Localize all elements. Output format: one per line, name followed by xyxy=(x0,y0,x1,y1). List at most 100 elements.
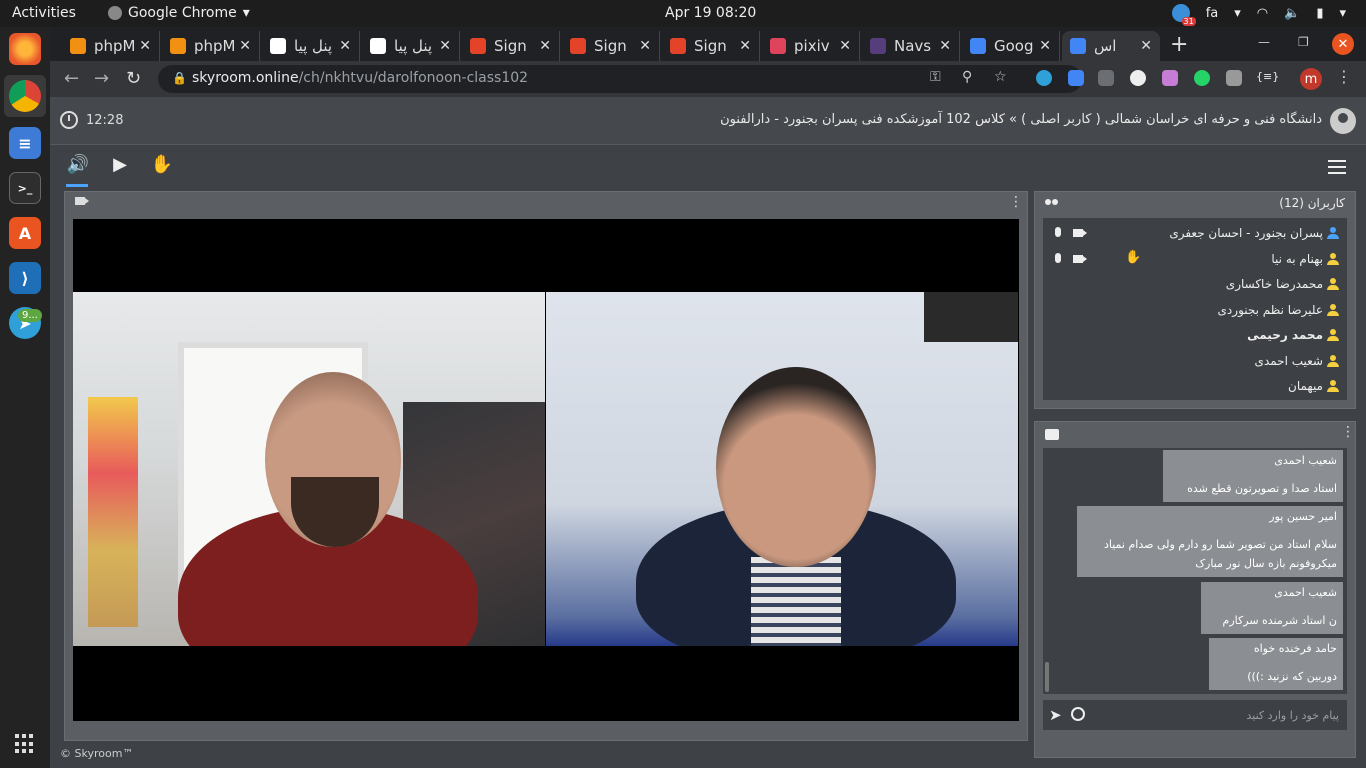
tab-label: پنل پیا xyxy=(294,37,333,55)
address-bar[interactable]: 🔒 skyroom.online/ch/nkhtvu/darolfonoon-c… xyxy=(158,65,1082,93)
terminal-icon[interactable]: >_ xyxy=(9,172,41,204)
calendar-icon[interactable]: 31 xyxy=(1171,4,1196,26)
app-menu[interactable]: Google Chrome ▾ xyxy=(108,5,250,21)
browser-tab[interactable]: Sign ✕ xyxy=(462,31,560,61)
tab-close-icon[interactable]: ✕ xyxy=(439,38,451,54)
system-clock[interactable]: Apr 19 08:20 xyxy=(665,5,756,21)
user-icon xyxy=(1327,303,1339,316)
zoom-icon[interactable]: ⚲ xyxy=(962,69,972,85)
chat-scrollbar[interactable] xyxy=(1045,662,1049,692)
shield-extension-icon[interactable] xyxy=(1226,70,1242,86)
activities-button[interactable]: Activities xyxy=(12,5,76,21)
reload-icon[interactable]: ↻ xyxy=(126,68,141,89)
system-tray[interactable]: 31 fa ▾ ◠ 🔈 ▮ ▾ xyxy=(1171,4,1346,26)
tab-close-icon[interactable]: ✕ xyxy=(839,38,851,54)
chat-input[interactable] xyxy=(1107,700,1347,730)
browser-tab[interactable]: Navs ✕ xyxy=(862,31,960,61)
browser-tab[interactable]: pixiv ✕ xyxy=(762,31,860,61)
tab-favicon-icon xyxy=(870,38,886,54)
tab-favicon-icon xyxy=(1070,38,1086,54)
tab-close-icon[interactable]: ✕ xyxy=(739,38,751,54)
user-row[interactable]: محمدرضا خاکساری xyxy=(1043,273,1347,297)
vscode-icon[interactable]: ⟩ xyxy=(9,262,41,294)
input-language[interactable]: fa xyxy=(1206,6,1219,21)
menu-icon[interactable]: ⋮ xyxy=(1336,67,1352,86)
raise-hand-icon[interactable]: ✋ xyxy=(150,154,174,178)
tab-close-icon[interactable]: ✕ xyxy=(939,38,951,54)
emoji-icon[interactable] xyxy=(1071,707,1085,721)
text-editor-icon[interactable]: ≡ xyxy=(9,127,41,159)
lock-icon[interactable]: 🔒 xyxy=(172,71,187,85)
user-avatar[interactable] xyxy=(1330,108,1356,134)
users-list: پسران بجنورد - احسان جعفری بهنام به نیا ✋ م… xyxy=(1043,218,1347,400)
url-text[interactable]: skyroom.online/ch/nkhtvu/darolfonoon-cla… xyxy=(192,70,528,86)
instagram-extension-icon[interactable] xyxy=(1162,70,1178,86)
video-camera-icon[interactable] xyxy=(1073,254,1087,263)
show-applications-icon[interactable] xyxy=(15,734,35,754)
profile-avatar[interactable]: m xyxy=(1300,68,1322,90)
code-extension-icon[interactable]: {≡} xyxy=(1256,70,1279,86)
hamburger-menu-icon[interactable] xyxy=(1328,160,1346,174)
tab-close-icon[interactable]: ✕ xyxy=(239,38,251,54)
translate-extension-icon[interactable] xyxy=(1068,70,1084,86)
extension-icon[interactable] xyxy=(1130,70,1146,86)
back-icon[interactable]: ← xyxy=(64,68,79,89)
browser-tab[interactable]: Sign ✕ xyxy=(662,31,760,61)
new-tab-button[interactable]: + xyxy=(1170,32,1188,57)
video-feed-left[interactable] xyxy=(73,292,545,646)
tab-label: Goog xyxy=(994,37,1034,55)
microphone-icon[interactable] xyxy=(1055,227,1061,237)
chrome-dock-icon[interactable] xyxy=(9,80,41,112)
message-text: ن استاد شرمنده سرکارم xyxy=(1222,614,1337,627)
tab-close-icon[interactable]: ✕ xyxy=(339,38,351,54)
panel-menu-icon[interactable]: ⋮ xyxy=(1009,194,1023,210)
browser-tab[interactable]: phpM ✕ xyxy=(162,31,260,61)
user-row[interactable]: علیرضا نظم بجنوردی xyxy=(1043,299,1347,323)
browser-tab[interactable]: پنل پیا ✕ xyxy=(362,31,460,61)
close-window-icon[interactable]: ✕ xyxy=(1332,33,1354,55)
microphone-icon[interactable] xyxy=(1055,252,1061,263)
key-icon[interactable]: ⚿ xyxy=(930,69,941,85)
wifi-icon[interactable]: ◠ xyxy=(1257,6,1268,21)
chat-message: شعیب احمدی استاد صدا و تصویرتون قطع شده xyxy=(1163,450,1343,502)
forward-icon[interactable]: → xyxy=(94,68,109,89)
whatsapp-extension-icon[interactable] xyxy=(1194,70,1210,86)
footer-copyright: © Skyroom™ xyxy=(60,747,134,760)
tab-close-icon[interactable]: ✕ xyxy=(639,38,651,54)
battery-icon[interactable]: ▮ xyxy=(1316,6,1323,21)
user-row[interactable]: پسران بجنورد - احسان جعفری xyxy=(1043,222,1347,246)
chevron-down-icon: ▾ xyxy=(1339,5,1346,21)
firefox-icon[interactable] xyxy=(9,33,41,65)
browser-tab[interactable]: Goog ✕ xyxy=(962,31,1060,61)
play-screen-icon[interactable]: ▶ xyxy=(108,154,132,178)
tab-close-icon[interactable]: ✕ xyxy=(539,38,551,54)
tab-close-icon[interactable]: ✕ xyxy=(139,38,151,54)
user-icon xyxy=(1327,354,1339,367)
user-row[interactable]: محمد رحیمی xyxy=(1043,324,1347,348)
maximize-icon[interactable]: ❐ xyxy=(1298,35,1309,49)
browser-tab[interactable]: پنل پیا ✕ xyxy=(262,31,360,61)
telegram-extension-icon[interactable] xyxy=(1036,70,1052,86)
extension-icon[interactable] xyxy=(1098,70,1114,86)
video-feed-right[interactable] xyxy=(546,292,1018,646)
user-row[interactable]: بهنام به نیا ✋ xyxy=(1043,248,1347,272)
message-text: میکروفونم بازه سال نور مبارک xyxy=(1195,557,1337,570)
user-row[interactable]: میهمان xyxy=(1043,375,1347,399)
tab-close-icon[interactable]: ✕ xyxy=(1140,38,1152,54)
video-camera-icon[interactable] xyxy=(1073,229,1087,237)
video-area[interactable] xyxy=(73,219,1019,721)
browser-tab[interactable]: Sign ✕ xyxy=(562,31,660,61)
user-name: علیرضا نظم بجنوردی xyxy=(1217,302,1323,317)
bookmark-star-icon[interactable]: ☆ xyxy=(994,69,1007,85)
raised-hand-icon: ✋ xyxy=(1125,249,1142,265)
browser-tab[interactable]: phpM ✕ xyxy=(62,31,160,61)
minimize-icon[interactable]: — xyxy=(1258,35,1270,49)
browser-tab[interactable]: اس ✕ xyxy=(1062,31,1160,61)
tab-close-icon[interactable]: ✕ xyxy=(1039,38,1051,54)
software-center-icon[interactable]: A xyxy=(9,217,41,249)
chat-menu-icon[interactable]: ⋮ xyxy=(1341,424,1355,440)
volume-icon[interactable]: 🔈 xyxy=(1284,6,1300,21)
user-row[interactable]: شعیب احمدی xyxy=(1043,350,1347,374)
send-icon[interactable]: ➤ xyxy=(1049,706,1062,724)
speaker-icon[interactable]: 🔊 xyxy=(66,154,90,187)
